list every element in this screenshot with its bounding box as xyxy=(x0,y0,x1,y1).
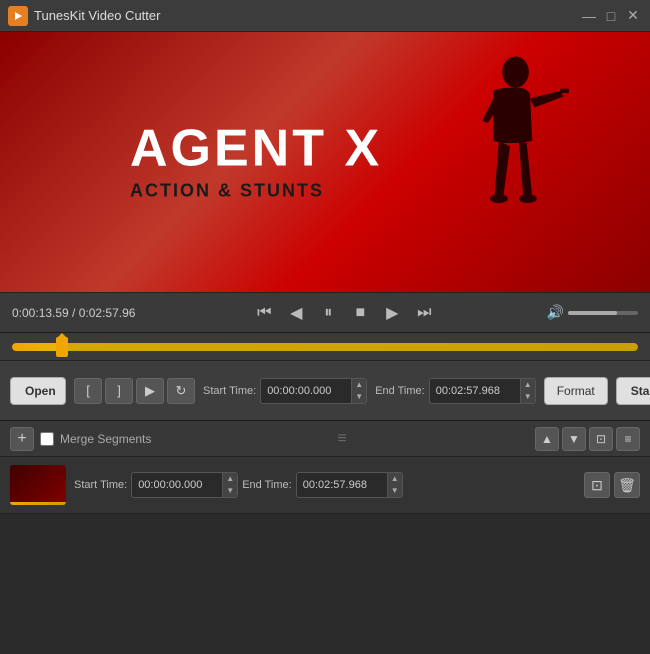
title-bar: TunesKit Video Cutter — □ ✕ xyxy=(0,0,650,32)
app-icon xyxy=(8,6,28,26)
timeline-played xyxy=(12,343,62,351)
format-button[interactable]: Format xyxy=(544,377,608,405)
segment-up-button[interactable]: ▲ xyxy=(535,427,559,451)
trim-controls: Open [ ] ▶ ↻ Start Time: ▲ ▼ End Time: ▲… xyxy=(0,360,650,420)
minimize-button[interactable]: — xyxy=(580,7,598,25)
timeline-bar[interactable] xyxy=(0,332,650,360)
playback-bar: 0:00:13.59 / 0:02:57.96 ⏮ ◀ ⏸ ■ ▶ ⏭ 🔊 xyxy=(0,292,650,332)
volume-icon: 🔊 xyxy=(547,304,564,321)
end-time-up[interactable]: ▲ xyxy=(521,379,535,391)
mark-in-button[interactable]: [ xyxy=(74,378,102,404)
video-preview: AGENT X ACTION & STUNTS xyxy=(0,32,650,292)
merge-checkbox[interactable] xyxy=(40,432,54,446)
segment-nav-buttons: ▲ ▼ ⊡ ≡ xyxy=(535,427,640,451)
table-row: Start Time: ▲ ▼ End Time: ▲ ▼ ⊡ 🗑 xyxy=(0,457,650,514)
start-time-spinner: ▲ ▼ xyxy=(351,379,366,403)
drag-handle-icon: ≡ xyxy=(157,430,529,448)
segment-time-group: Start Time: ▲ ▼ End Time: ▲ ▼ xyxy=(74,472,576,498)
start-button[interactable]: Start xyxy=(616,377,650,405)
volume-area: 🔊 xyxy=(547,304,638,321)
seg-end-down[interactable]: ▼ xyxy=(388,485,402,497)
seg-start-spinner: ▲ ▼ xyxy=(222,473,237,497)
timeline-selection xyxy=(62,343,638,351)
seg-start-up[interactable]: ▲ xyxy=(223,473,237,485)
seg-start-input-wrapper: ▲ ▼ xyxy=(131,472,238,498)
volume-slider[interactable] xyxy=(568,311,638,315)
segment-time-bar xyxy=(10,502,66,505)
window-controls: — □ ✕ xyxy=(580,7,642,25)
seg-end-input-wrapper: ▲ ▼ xyxy=(296,472,403,498)
end-time-group: End Time: ▲ ▼ xyxy=(375,378,536,404)
segment-screen-button[interactable]: ⊡ xyxy=(589,427,613,451)
video-main-title: AGENT X xyxy=(130,123,382,175)
seg-end-up[interactable]: ▲ xyxy=(388,473,402,485)
pause-button[interactable]: ⏸ xyxy=(314,299,342,327)
volume-fill xyxy=(568,311,617,315)
segment-action-buttons: ⊡ 🗑 xyxy=(584,472,640,498)
timeline-handle[interactable] xyxy=(56,337,68,357)
start-time-down[interactable]: ▼ xyxy=(352,391,366,403)
seg-start-down[interactable]: ▼ xyxy=(223,485,237,497)
segment-down-button[interactable]: ▼ xyxy=(562,427,586,451)
step-back-button[interactable]: ◀ xyxy=(282,299,310,327)
start-time-up[interactable]: ▲ xyxy=(352,379,366,391)
seg-end-label: End Time: xyxy=(242,479,292,491)
seg-start-input[interactable] xyxy=(132,476,222,494)
segment-edit-button[interactable]: ⊡ xyxy=(584,472,610,498)
loop-button[interactable]: ↻ xyxy=(167,378,195,404)
end-time-spinner: ▲ ▼ xyxy=(520,379,535,403)
add-segment-button[interactable]: + xyxy=(10,427,34,451)
start-time-input[interactable] xyxy=(261,382,351,400)
seg-end-spinner: ▲ ▼ xyxy=(387,473,402,497)
maximize-button[interactable]: □ xyxy=(602,7,620,25)
app-title: TunesKit Video Cutter xyxy=(34,8,580,23)
seg-start-label: Start Time: xyxy=(74,479,127,491)
end-time-label: End Time: xyxy=(375,385,425,397)
end-time-down[interactable]: ▼ xyxy=(521,391,535,403)
stop-button[interactable]: ■ xyxy=(346,299,374,327)
segment-thumbnail xyxy=(10,465,66,505)
play-segment-button[interactable]: ▶ xyxy=(136,378,164,404)
mark-out-button[interactable]: ] xyxy=(105,378,133,404)
start-time-input-wrapper: ▲ ▼ xyxy=(260,378,367,404)
thumbnail-inner xyxy=(10,465,66,505)
segment-delete-button[interactable]: 🗑 xyxy=(614,472,640,498)
seg-end-input[interactable] xyxy=(297,476,387,494)
trim-icon-group: [ ] ▶ ↻ xyxy=(74,378,195,404)
playback-controls: ⏮ ◀ ⏸ ■ ▶ ⏭ xyxy=(148,299,541,327)
end-time-input-wrapper: ▲ ▼ xyxy=(429,378,536,404)
play-button[interactable]: ▶ xyxy=(378,299,406,327)
start-time-group: Start Time: ▲ ▼ xyxy=(203,378,367,404)
timeline-track[interactable] xyxy=(12,343,638,351)
close-button[interactable]: ✕ xyxy=(624,7,642,25)
skip-fwd-button[interactable]: ⏭ xyxy=(410,299,438,327)
video-subtitle: ACTION & STUNTS xyxy=(130,181,382,202)
end-time-input[interactable] xyxy=(430,382,520,400)
video-title-area: AGENT X ACTION & STUNTS xyxy=(130,123,382,202)
segments-area: + Merge Segments ≡ ▲ ▼ ⊡ ≡ Start Time: ▲… xyxy=(0,420,650,514)
video-figure xyxy=(450,52,570,252)
segment-list-button[interactable]: ≡ xyxy=(616,427,640,451)
segments-header: + Merge Segments ≡ ▲ ▼ ⊡ ≡ xyxy=(0,421,650,457)
time-display: 0:00:13.59 / 0:02:57.96 xyxy=(12,306,142,320)
start-time-label: Start Time: xyxy=(203,385,256,397)
merge-label: Merge Segments xyxy=(60,432,151,446)
open-button[interactable]: Open xyxy=(10,377,66,405)
skip-back-button[interactable]: ⏮ xyxy=(250,299,278,327)
